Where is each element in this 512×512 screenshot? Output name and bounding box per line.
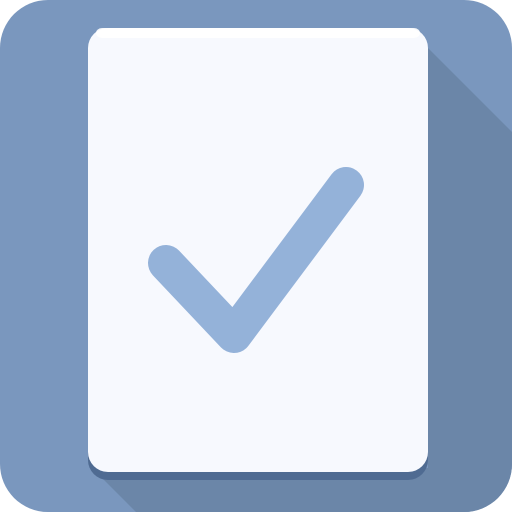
app-icon-graphic (0, 0, 512, 512)
card-top-highlight (96, 28, 420, 38)
app-icon (0, 0, 512, 512)
document-card (88, 28, 428, 472)
